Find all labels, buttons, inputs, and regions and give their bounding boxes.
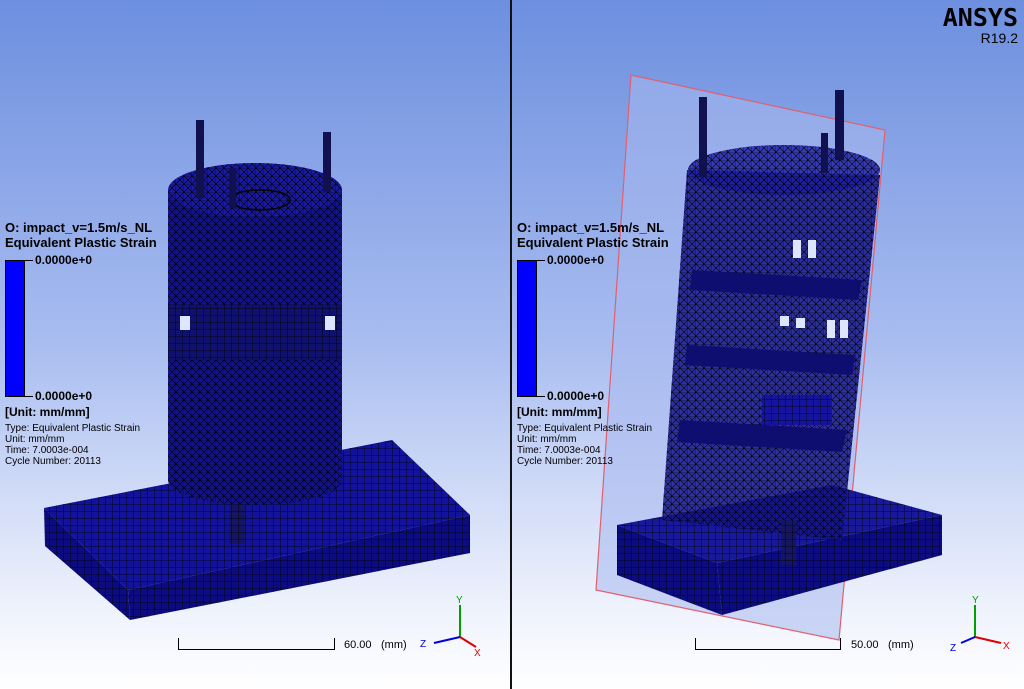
legend-color-bar	[5, 260, 25, 397]
result-type: Equivalent Plastic Strain	[5, 235, 157, 250]
mesh-model-right[interactable]	[512, 0, 1024, 689]
ansys-version: R19.2	[980, 30, 1018, 46]
axis-z-label: Z	[420, 639, 426, 650]
legend-max-value: 0.0000e+0	[547, 253, 605, 267]
ansys-brand: ANSYS R19.2	[943, 5, 1018, 46]
legend-color-bar	[517, 260, 537, 397]
graphics-viewport-right[interactable]: O: impact_v=1.5m/s_NL Equivalent Plastic…	[512, 0, 1024, 689]
legend-unit: [Unit: mm/mm]	[5, 405, 90, 419]
result-info: Type: Equivalent Plastic Strain Unit: mm…	[5, 423, 140, 467]
result-name: O: impact_v=1.5m/s_NL	[5, 220, 153, 235]
graphics-viewport-left[interactable]: O: impact_v=1.5m/s_NL Equivalent Plastic…	[0, 0, 510, 689]
legend-tick-min	[537, 396, 545, 397]
axis-y-label: Y	[456, 595, 463, 606]
result-name: O: impact_v=1.5m/s_NL	[517, 220, 665, 235]
scale-unit: (mm)	[888, 639, 914, 651]
scale-value: 60.00	[344, 639, 372, 651]
legend-min-value: 0.0000e+0	[35, 389, 93, 403]
axis-z-label: Z	[950, 643, 956, 654]
coordinate-triad-icon: Y X Z	[420, 595, 481, 659]
ansys-logo: ANSYS	[942, 3, 1018, 32]
info-time: Time: 7.0003e-004	[5, 445, 89, 456]
info-type: Type: Equivalent Plastic Strain	[517, 423, 653, 434]
legend-tick-min	[25, 396, 33, 397]
result-legend: O: impact_v=1.5m/s_NL Equivalent Plastic…	[5, 220, 157, 467]
legend-max-value: 0.0000e+0	[35, 253, 93, 267]
axis-x-label: X	[474, 648, 481, 659]
legend-min-value: 0.0000e+0	[547, 389, 605, 403]
axis-y-label: Y	[972, 595, 979, 606]
scale-bar: 60.00 (mm)	[178, 638, 418, 651]
scale-bar: 50.00 (mm)	[695, 638, 935, 651]
result-legend: O: impact_v=1.5m/s_NL Equivalent Plastic…	[517, 220, 669, 467]
result-type: Equivalent Plastic Strain	[517, 235, 669, 250]
scale-value: 50.00	[851, 639, 879, 651]
mesh-model-left[interactable]	[0, 0, 510, 689]
info-cycle: Cycle Number: 20113	[5, 456, 101, 467]
info-time: Time: 7.0003e-004	[517, 445, 601, 456]
scale-unit: (mm)	[381, 639, 407, 651]
info-cycle: Cycle Number: 20113	[517, 456, 613, 467]
legend-tick-max	[25, 260, 33, 261]
result-info: Type: Equivalent Plastic Strain Unit: mm…	[517, 423, 652, 467]
axis-x-label: X	[1003, 641, 1010, 652]
legend-unit: [Unit: mm/mm]	[517, 405, 602, 419]
info-unit: Unit: mm/mm	[5, 434, 65, 445]
coordinate-triad-icon: Y X Z	[950, 595, 1010, 654]
legend-tick-max	[537, 260, 545, 261]
info-unit: Unit: mm/mm	[517, 434, 577, 445]
info-type: Type: Equivalent Plastic Strain	[5, 423, 141, 434]
